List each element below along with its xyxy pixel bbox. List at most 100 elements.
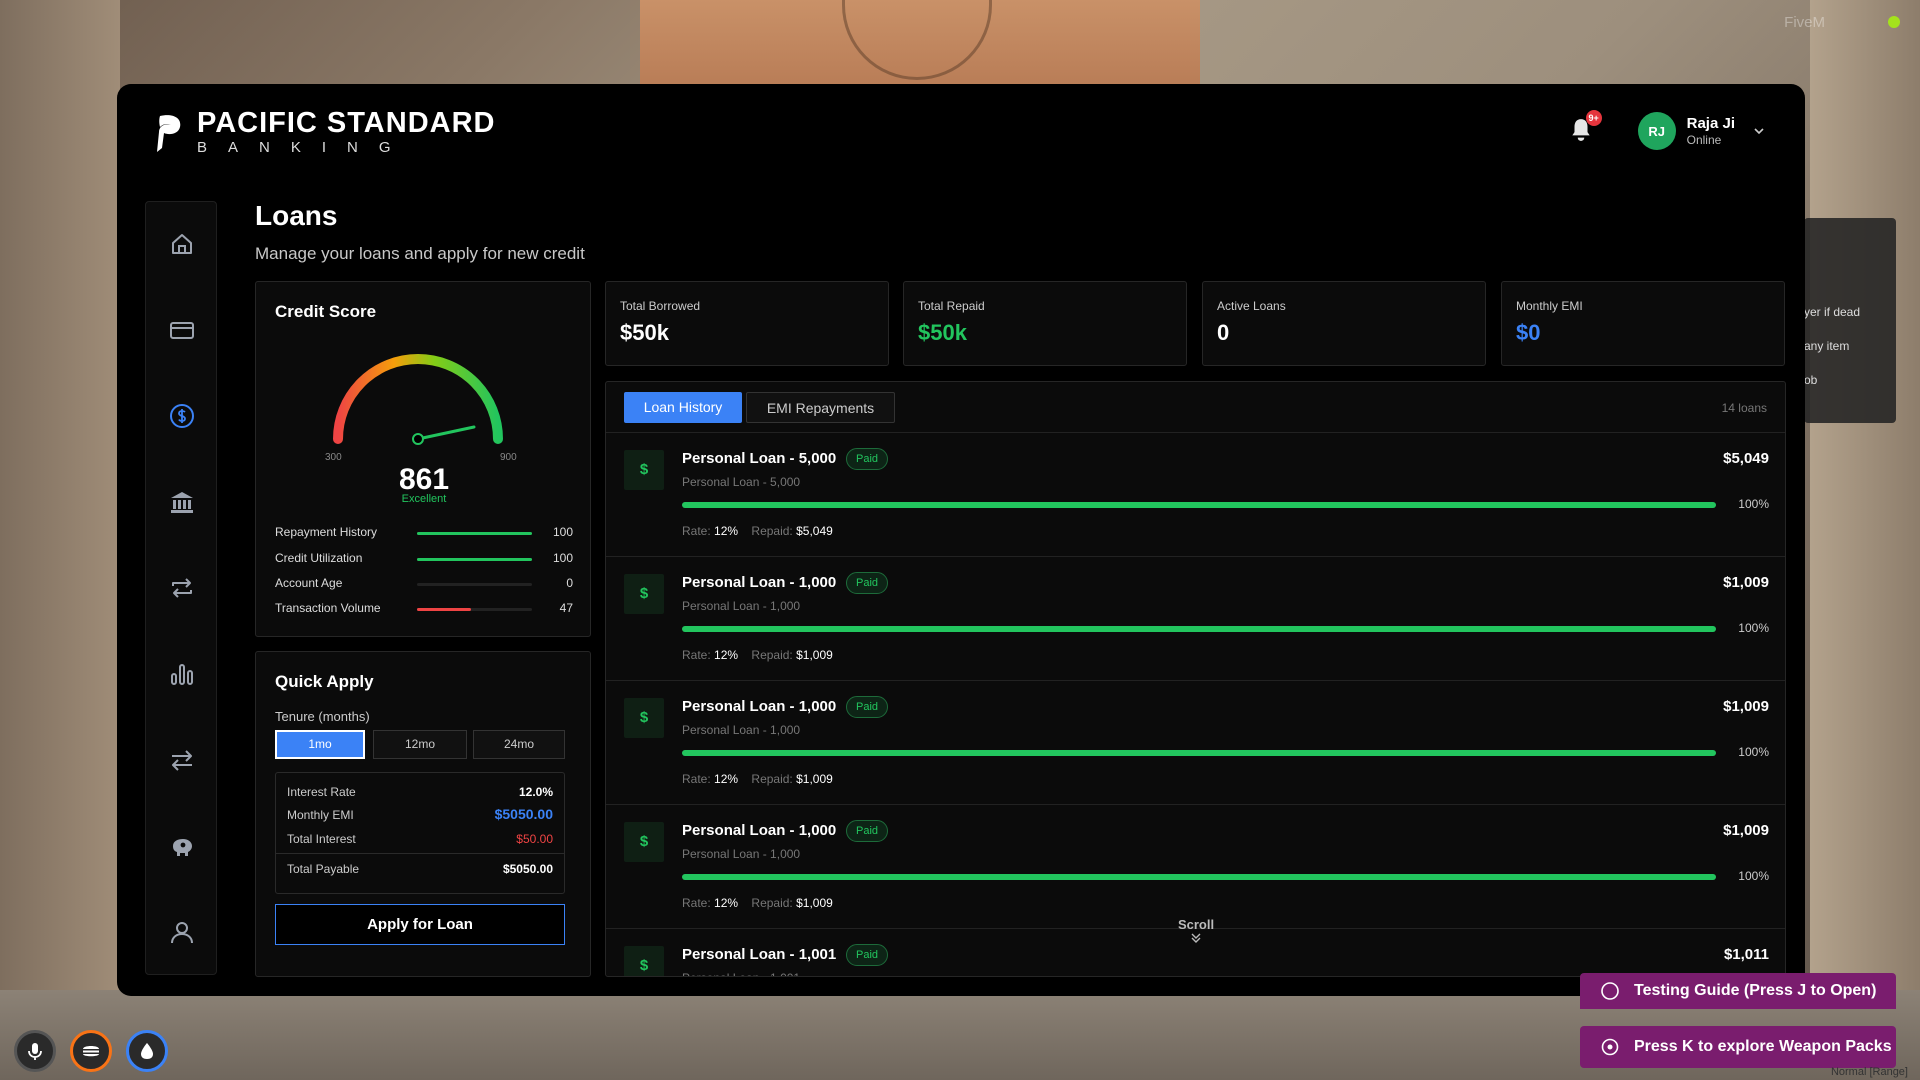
gauge-needle <box>416 425 476 441</box>
repaid-value: $5,049 <box>796 524 833 538</box>
background-scene-left <box>0 0 120 1080</box>
page-title: Loans <box>255 200 338 231</box>
sidebar-item-recurring[interactable] <box>168 574 196 602</box>
loan-row[interactable]: $ Personal Loan - 1,000 Paid Personal Loan … <box>606 557 1785 681</box>
sidebar-item-home[interactable] <box>168 230 196 258</box>
loan-amount: $1,009 <box>1723 574 1769 591</box>
dollar-icon: $ <box>624 822 664 862</box>
rate-label: Rate: <box>682 524 711 538</box>
stat-value: $50k <box>918 320 967 345</box>
credit-score-card: Credit Score 300 900 861 Excellent Repay… <box>255 281 591 637</box>
tab-loan-history[interactable]: Loan History <box>624 392 742 423</box>
rate-value: 12% <box>714 896 739 910</box>
sidebar-item-bank[interactable] <box>168 488 196 516</box>
loan-subtitle: Personal Loan - 1,000 <box>682 599 801 613</box>
loan-amount: $5,049 <box>1723 450 1769 467</box>
factor-transaction-volume: Transaction Volume 47 <box>275 601 573 617</box>
brand: PACIFIC STANDARD BANKING <box>153 108 495 157</box>
loan-progress-bar <box>682 626 1716 632</box>
loan-subtitle: Personal Loan - 1,000 <box>682 723 801 737</box>
sidebar-item-loans[interactable] <box>168 402 196 430</box>
monthly-emi-value: $5050.00 <box>494 806 553 822</box>
status-badge: Paid <box>846 448 889 470</box>
rate-value: 12% <box>714 648 739 662</box>
notification-bell-icon[interactable]: 9+ <box>1568 110 1602 145</box>
double-chevron-down-icon <box>1191 933 1201 943</box>
monthly-emi-label: Monthly EMI <box>287 808 354 822</box>
repaid-value: $1,009 <box>796 648 833 662</box>
side-panel-item: any item <box>1804 339 1850 353</box>
loan-progress-text: 100% <box>1738 745 1769 759</box>
loan-title: Personal Loan - 1,000 <box>682 698 837 715</box>
stat-value: $0 <box>1516 320 1541 345</box>
microphone-icon <box>28 1043 42 1060</box>
dollar-icon: $ <box>624 698 664 738</box>
factor-value: 47 <box>559 601 573 615</box>
loan-progress-fill <box>682 626 1716 632</box>
bank-icon <box>171 492 193 513</box>
total-payable-row: Total Payable $5050.00 <box>287 862 553 876</box>
loan-amount: $1,009 <box>1723 698 1769 715</box>
apply-for-loan-button[interactable]: Apply for Loan <box>275 904 565 945</box>
repaid-label: Repaid: <box>751 648 793 662</box>
dollar-icon: $ <box>624 450 664 490</box>
sidebar-item-cards[interactable] <box>168 316 196 344</box>
repaid-value: $1,009 <box>796 772 833 786</box>
scroll-label: Scroll <box>1177 917 1215 932</box>
gauge-pivot <box>412 433 424 445</box>
weapon-packs-banner[interactable]: Press K to explore Weapon Packs <box>1580 1026 1896 1068</box>
monthly-emi-row: Monthly EMI $5050.00 <box>287 806 553 822</box>
factor-name: Account Age <box>275 576 343 590</box>
stat-total-repaid: Total Repaid $50k <box>903 281 1187 366</box>
loan-row[interactable]: $ Personal Loan - 1,000 Paid Personal Loan … <box>606 805 1785 929</box>
status-dot <box>1888 16 1900 28</box>
chevron-down-icon[interactable] <box>1753 125 1765 137</box>
tab-emi-repayments[interactable]: EMI Repayments <box>746 392 895 423</box>
dollar-icon <box>170 404 194 428</box>
rate-label: Rate: <box>682 896 711 910</box>
dollar-icon: $ <box>624 946 664 976</box>
factor-bar <box>417 583 532 586</box>
sidebar-item-savings[interactable] <box>168 832 196 860</box>
side-panel-item: yer if dead <box>1804 305 1861 319</box>
loan-row[interactable]: $ Personal Loan - 5,000 Paid Personal Loan … <box>606 433 1785 557</box>
credit-score-title: Credit Score <box>275 302 377 321</box>
loans-panel: Loan History EMI Repayments 14 loans $ Pe… <box>605 381 1786 977</box>
factor-value: 0 <box>566 576 573 590</box>
user-name: Raja Ji <box>1686 114 1735 132</box>
piggy-bank-icon <box>173 839 192 856</box>
factor-account-age: Account Age 0 <box>275 576 573 592</box>
gauge-max-label: 900 <box>500 452 517 463</box>
loan-progress-bar <box>682 874 1716 880</box>
loan-amount: $1,009 <box>1723 822 1769 839</box>
loan-meta: Rate: 12% Repaid: $1,009 <box>682 772 833 786</box>
total-payable-value: $5050.00 <box>502 862 553 876</box>
loan-meta: Rate: 12% Repaid: $1,009 <box>682 648 833 662</box>
loan-row[interactable]: $ Personal Loan - 1,000 Paid Personal Loan … <box>606 681 1785 805</box>
interest-rate-value: 12.0% <box>518 785 553 799</box>
testing-guide-banner[interactable]: Testing Guide (Press J to Open) <box>1580 973 1896 1009</box>
tenure-1mo-button[interactable]: 1mo <box>275 730 365 759</box>
stat-label: Total Repaid <box>918 299 985 313</box>
factor-repayment-history: Repayment History 100 <box>275 525 573 541</box>
microphone-button[interactable] <box>14 1030 56 1072</box>
factor-name: Credit Utilization <box>275 551 363 565</box>
tenure-24mo-button[interactable]: 24mo <box>473 730 565 759</box>
loan-meta: Rate: 12% Repaid: $1,009 <box>682 896 833 910</box>
sidebar-item-profile[interactable] <box>168 918 196 946</box>
loan-subtitle: Personal Loan - 1,000 <box>682 847 801 861</box>
scroll-hint[interactable]: Scroll <box>1166 917 1226 947</box>
loan-progress-bar <box>682 750 1716 756</box>
avatar[interactable]: RJ <box>1637 112 1676 150</box>
sidebar-item-analytics[interactable] <box>168 660 196 688</box>
gauge-min-label: 300 <box>325 452 342 463</box>
tenure-12mo-button[interactable]: 12mo <box>373 730 467 759</box>
repaid-label: Repaid: <box>751 772 793 786</box>
sidebar-item-transfer[interactable] <box>168 746 196 774</box>
loan-progress-fill <box>682 874 1716 880</box>
rate-value: 12% <box>714 772 739 786</box>
factor-fill <box>417 532 532 535</box>
status-badge: Paid <box>846 820 889 842</box>
factor-bar <box>417 532 532 535</box>
factor-credit-utilization: Credit Utilization 100 <box>275 551 573 567</box>
